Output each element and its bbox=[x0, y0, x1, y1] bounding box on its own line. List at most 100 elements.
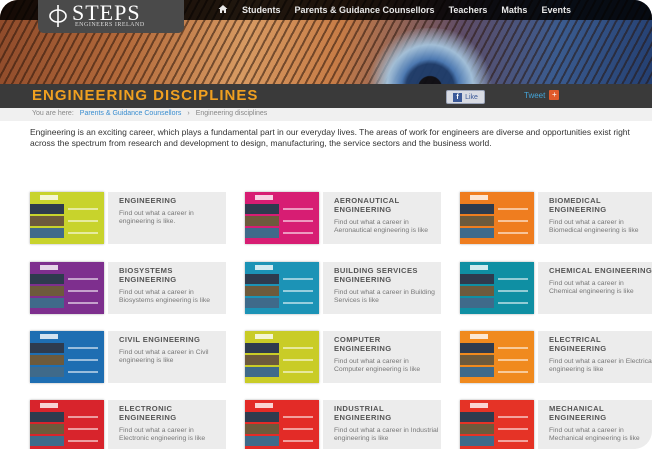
thumbnail-text-line bbox=[498, 416, 528, 418]
discipline-title[interactable]: CHEMICAL ENGINEERING bbox=[549, 266, 652, 276]
facebook-icon: f bbox=[453, 92, 463, 102]
thumbnail-text-line bbox=[283, 440, 313, 442]
discipline-info[interactable]: BIOMEDICAL ENGINEERING Find out what a ca… bbox=[538, 192, 652, 244]
like-label: Like bbox=[465, 93, 478, 101]
discipline-card[interactable]: MECHANICAL ENGINEERING Find out what a ca… bbox=[460, 400, 652, 449]
discipline-title[interactable]: BIOMEDICAL ENGINEERING bbox=[549, 196, 652, 215]
thumbnail-photo bbox=[460, 274, 494, 284]
thumbnail-text-line bbox=[498, 440, 528, 442]
nav-maths[interactable]: Maths bbox=[501, 5, 527, 15]
discipline-info[interactable]: CHEMICAL ENGINEERING Find out what a care… bbox=[538, 262, 652, 314]
thumbnail-photo bbox=[460, 298, 494, 308]
thumbnail-photo bbox=[30, 367, 64, 377]
discipline-title[interactable]: INDUSTRIAL ENGINEERING bbox=[334, 404, 439, 423]
discipline-card[interactable]: ENGINEERING Find out what a career in eng… bbox=[30, 192, 226, 248]
breadcrumb-current: Engineering disciplines bbox=[195, 110, 268, 117]
discipline-thumbnail[interactable] bbox=[245, 262, 319, 314]
intro-paragraph: Engineering is an exciting career, which… bbox=[30, 127, 630, 148]
discipline-card[interactable]: COMPUTER ENGINEERING Find out what a care… bbox=[245, 331, 441, 387]
discipline-card[interactable]: ELECTRICAL ENGINEERING Find out what a ca… bbox=[460, 331, 652, 387]
discipline-title[interactable]: AERONAUTICAL ENGINEERING bbox=[334, 196, 439, 215]
tweet-label: Tweet bbox=[524, 90, 546, 100]
thumbnail-photo bbox=[245, 412, 279, 422]
discipline-thumbnail[interactable] bbox=[460, 192, 534, 244]
thumbnail-text-line bbox=[283, 428, 313, 430]
discipline-info[interactable]: CIVIL ENGINEERING Find out what a career … bbox=[108, 331, 226, 383]
thumbnail-photo bbox=[245, 436, 279, 446]
thumbnail-text-line bbox=[68, 371, 98, 373]
discipline-card[interactable]: AERONAUTICAL ENGINEERING Find out what a … bbox=[245, 192, 441, 248]
thumbnail-text-line bbox=[283, 347, 313, 349]
thumbnail-photo bbox=[30, 228, 64, 238]
nav-students[interactable]: Students bbox=[242, 5, 281, 15]
discipline-info[interactable]: ELECTRONIC ENGINEERING Find out what a ca… bbox=[108, 400, 226, 449]
discipline-card[interactable]: BIOMEDICAL ENGINEERING Find out what a ca… bbox=[460, 192, 652, 248]
thumbnail-photo bbox=[460, 286, 494, 296]
discipline-title[interactable]: BUILDING SERVICES ENGINEERING bbox=[334, 266, 439, 285]
discipline-thumbnail[interactable] bbox=[30, 262, 104, 314]
discipline-thumbnail[interactable] bbox=[245, 400, 319, 449]
discipline-thumbnail[interactable] bbox=[245, 331, 319, 383]
thumbnail-logo bbox=[470, 334, 488, 339]
discipline-thumbnail[interactable] bbox=[30, 331, 104, 383]
discipline-thumbnail[interactable] bbox=[245, 192, 319, 244]
discipline-description: Find out what a career in Chemical engin… bbox=[549, 280, 634, 296]
discipline-thumbnail[interactable] bbox=[460, 400, 534, 449]
thumbnail-text-line bbox=[498, 220, 528, 222]
discipline-card[interactable]: BUILDING SERVICES ENGINEERING Find out wh… bbox=[245, 262, 441, 318]
thumbnail-text-line bbox=[498, 302, 528, 304]
phi-logo-icon bbox=[49, 5, 67, 27]
thumbnail-logo bbox=[470, 265, 488, 270]
discipline-info[interactable]: MECHANICAL ENGINEERING Find out what a ca… bbox=[538, 400, 652, 449]
steps-logo[interactable]: STEPS ENGINEERS IRELAND bbox=[38, 0, 184, 33]
discipline-title[interactable]: ELECTRICAL ENGINEERING bbox=[549, 335, 652, 354]
discipline-info[interactable]: COMPUTER ENGINEERING Find out what a care… bbox=[323, 331, 441, 383]
discipline-card[interactable]: CIVIL ENGINEERING Find out what a career … bbox=[30, 331, 226, 387]
discipline-info[interactable]: ENGINEERING Find out what a career in eng… bbox=[108, 192, 226, 244]
discipline-info[interactable]: BUILDING SERVICES ENGINEERING Find out wh… bbox=[323, 262, 441, 314]
share-plus-icon: + bbox=[549, 90, 560, 100]
discipline-title[interactable]: CIVIL ENGINEERING bbox=[119, 335, 224, 345]
thumbnail-photo bbox=[460, 355, 494, 365]
discipline-title[interactable]: COMPUTER ENGINEERING bbox=[334, 335, 439, 354]
breadcrumb-parents-link[interactable]: Parents & Guidance Counsellors bbox=[80, 110, 182, 117]
discipline-title[interactable]: ELECTRONIC ENGINEERING bbox=[119, 404, 224, 423]
discipline-thumbnail[interactable] bbox=[30, 192, 104, 244]
thumbnail-logo bbox=[255, 265, 273, 270]
discipline-card[interactable]: ELECTRONIC ENGINEERING Find out what a ca… bbox=[30, 400, 226, 449]
discipline-thumbnail[interactable] bbox=[460, 262, 534, 314]
discipline-title[interactable]: BIOSYSTEMS ENGINEERING bbox=[119, 266, 224, 285]
thumbnail-text-line bbox=[283, 232, 313, 234]
facebook-like-button[interactable]: f Like bbox=[446, 90, 485, 104]
discipline-info[interactable]: ELECTRICAL ENGINEERING Find out what a ca… bbox=[538, 331, 652, 383]
thumbnail-text-line bbox=[283, 220, 313, 222]
discipline-thumbnail[interactable] bbox=[30, 400, 104, 449]
breadcrumb-separator: › bbox=[187, 110, 190, 117]
thumbnail-text-line bbox=[68, 220, 98, 222]
thumbnail-photo bbox=[460, 436, 494, 446]
discipline-info[interactable]: BIOSYSTEMS ENGINEERING Find out what a ca… bbox=[108, 262, 226, 314]
discipline-info[interactable]: AERONAUTICAL ENGINEERING Find out what a … bbox=[323, 192, 441, 244]
thumbnail-text-line bbox=[68, 278, 98, 280]
thumbnail-text-line bbox=[283, 371, 313, 373]
page: Students Parents & Guidance Counsellors … bbox=[0, 0, 652, 449]
nav-teachers[interactable]: Teachers bbox=[449, 5, 488, 15]
thumbnail-text-line bbox=[283, 416, 313, 418]
thumbnail-photo bbox=[460, 424, 494, 434]
discipline-info[interactable]: INDUSTRIAL ENGINEERING Find out what a ca… bbox=[323, 400, 441, 449]
thumbnail-text-line bbox=[283, 359, 313, 361]
nav-events[interactable]: Events bbox=[541, 5, 571, 15]
discipline-card[interactable]: BIOSYSTEMS ENGINEERING Find out what a ca… bbox=[30, 262, 226, 318]
nav-parents-guidance[interactable]: Parents & Guidance Counsellors bbox=[295, 5, 435, 15]
thumbnail-text-line bbox=[498, 359, 528, 361]
discipline-title[interactable]: ENGINEERING bbox=[119, 196, 224, 206]
thumbnail-photo bbox=[30, 343, 64, 353]
discipline-card[interactable]: INDUSTRIAL ENGINEERING Find out what a ca… bbox=[245, 400, 441, 449]
discipline-thumbnail[interactable] bbox=[460, 331, 534, 383]
home-icon[interactable] bbox=[218, 4, 228, 16]
tweet-button[interactable]: Tweet + bbox=[524, 90, 560, 100]
thumbnail-text-line bbox=[68, 347, 98, 349]
discipline-card[interactable]: CHEMICAL ENGINEERING Find out what a care… bbox=[460, 262, 652, 318]
discipline-title[interactable]: MECHANICAL ENGINEERING bbox=[549, 404, 652, 423]
discipline-description: Find out what a career in Computer engin… bbox=[334, 358, 421, 374]
